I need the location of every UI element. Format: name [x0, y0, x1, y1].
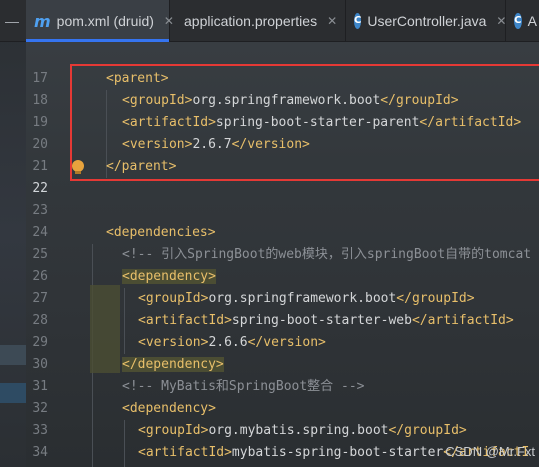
- code-line-24: <dependencies>: [106, 222, 216, 244]
- xml-comment: <!-- MyBatis和SpringBoot整合 -->: [122, 379, 365, 394]
- tab-scroll-left-icon[interactable]: —: [2, 10, 22, 32]
- xml-text: mybatis-spring-boot-starter: [231, 445, 444, 460]
- xml-text: org.springframework.boot: [208, 291, 397, 306]
- xml-tag: </groupId>: [388, 423, 467, 438]
- xml-tag: <artifactId>: [138, 445, 232, 460]
- line-number: 25: [32, 247, 48, 262]
- line-number: 29: [32, 335, 48, 350]
- line-number: 30: [32, 357, 48, 372]
- xml-tag: <artifactId>: [138, 313, 232, 328]
- tool-strip-highlight: [0, 345, 26, 365]
- tab-label: A: [527, 13, 537, 29]
- java-class-icon: C: [354, 13, 362, 29]
- line-number: 20: [32, 137, 48, 152]
- xml-tag: </artifactId>: [411, 313, 514, 328]
- xml-comment: <!-- 引入SpringBoot的web模块，引入springBoot自带的t…: [122, 247, 532, 262]
- xml-text: spring-boot-starter-web: [231, 313, 412, 328]
- xml-tag: </groupId>: [396, 291, 475, 306]
- xml-tag: </dependency>: [122, 357, 224, 372]
- line-number: 23: [32, 203, 48, 218]
- close-icon[interactable]: ✕: [496, 14, 506, 28]
- watermark: CSDN @Mr.Fxt: [445, 444, 535, 459]
- tab-pom-xml[interactable]: m pom.xml (druid) ✕: [26, 0, 174, 42]
- line-number: 24: [32, 225, 48, 240]
- code-line-28: <artifactId>spring-boot-starter-web</art…: [138, 310, 514, 332]
- xml-text: org.mybatis.spring.boot: [208, 423, 389, 438]
- java-class-icon: C: [514, 13, 522, 29]
- line-number: 21: [32, 159, 48, 174]
- xml-tag: <groupId>: [138, 423, 209, 438]
- tool-strip-selected: [0, 383, 26, 403]
- line-number: 33: [32, 423, 48, 438]
- line-number: 26: [32, 269, 48, 284]
- tab-next[interactable]: C A: [506, 0, 539, 42]
- code-line-30: </dependency>: [122, 354, 224, 376]
- xml-text: 2.6.6: [208, 335, 248, 350]
- ide-window: — m pom.xml (druid) ✕ application.proper…: [0, 0, 539, 467]
- close-icon[interactable]: ✕: [327, 14, 337, 28]
- line-number: 27: [32, 291, 48, 306]
- code-line-29: <version>2.6.6</version>: [138, 332, 326, 354]
- code-line-25: <!-- 引入SpringBoot的web模块，引入springBoot自带的t…: [122, 244, 531, 266]
- line-number: 19: [32, 115, 48, 130]
- line-number-gutter: 17 18 19 20 21 22 23 24 25 26 27 28 29 3…: [26, 42, 66, 467]
- code-line-26: <dependency>: [122, 266, 216, 288]
- line-number: 32: [32, 401, 48, 416]
- editor-tab-bar: — m pom.xml (druid) ✕ application.proper…: [0, 0, 539, 42]
- line-number: 34: [32, 445, 48, 460]
- maven-icon: m: [34, 11, 51, 31]
- annotation-highlight-box: [70, 64, 539, 181]
- tab-usercontroller-java[interactable]: C UserController.java ✕: [346, 0, 506, 42]
- line-number: 31: [32, 379, 48, 394]
- line-number: 28: [32, 313, 48, 328]
- matching-block-highlight: [90, 285, 120, 373]
- xml-tag: </version>: [247, 335, 326, 350]
- tab-label: UserController.java: [367, 13, 487, 29]
- code-line-33: <groupId>org.mybatis.spring.boot</groupI…: [138, 420, 467, 442]
- tab-label: pom.xml (druid): [56, 13, 154, 29]
- tab-label: application.properties: [184, 13, 318, 29]
- xml-tag: <dependencies>: [106, 225, 216, 240]
- line-number: 22: [32, 181, 48, 196]
- left-tool-strip: [0, 0, 26, 467]
- code-line-27: <groupId>org.springframework.boot</group…: [138, 288, 475, 310]
- xml-tag: <version>: [138, 335, 209, 350]
- tab-application-properties[interactable]: application.properties ✕: [170, 0, 346, 42]
- xml-tag: <dependency>: [122, 269, 216, 284]
- indent-guide: [124, 420, 125, 467]
- line-number: 18: [32, 93, 48, 108]
- code-line-31: <!-- MyBatis和SpringBoot整合 -->: [122, 376, 365, 398]
- xml-tag: <dependency>: [122, 401, 216, 416]
- line-number: 17: [32, 71, 48, 86]
- indent-guide: [124, 288, 125, 354]
- xml-tag: <groupId>: [138, 291, 209, 306]
- code-line-32: <dependency>: [122, 398, 216, 420]
